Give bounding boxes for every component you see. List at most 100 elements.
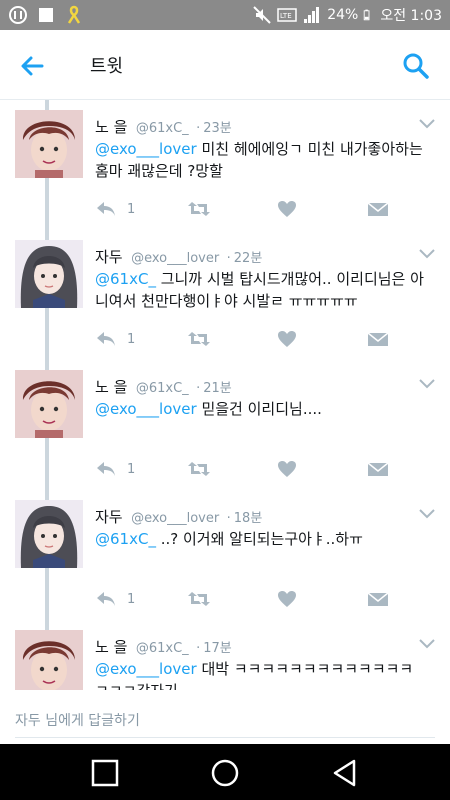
envelope-icon	[367, 592, 389, 606]
reply-bar[interactable]: 자두 님에게 답글하기	[0, 700, 450, 744]
tweet-actions: 1	[95, 588, 395, 612]
like-button[interactable]	[277, 328, 297, 350]
back-arrow-icon[interactable]	[16, 50, 48, 82]
reply-icon	[97, 462, 115, 476]
avatar[interactable]	[15, 370, 83, 438]
system-nav-bar	[0, 744, 450, 800]
retweet-icon	[188, 202, 210, 216]
reply-icon	[97, 202, 115, 216]
app-header: 트윗	[0, 30, 450, 100]
tweet-actions: 1	[95, 198, 395, 222]
dm-button[interactable]	[367, 328, 389, 350]
status-bar: LTE 24% 오전 1:03	[0, 0, 450, 30]
reply-count: 1	[127, 331, 136, 347]
like-button[interactable]	[277, 458, 297, 480]
dm-button[interactable]	[367, 588, 389, 610]
retweet-button[interactable]	[187, 458, 211, 480]
envelope-icon	[367, 332, 389, 346]
tweet-text: @exo___lover 대박 ㅋㅋㅋㅋㅋㅋㅋㅋㅋㅋㅋㅋㅋㅋㅋㅋ갑자기	[95, 658, 425, 690]
user-handle[interactable]: @61xC_	[136, 121, 189, 136]
user-name[interactable]: 노 을	[95, 638, 127, 656]
tweet[interactable]: 노 을 @61xC_ · 21분 @exo___lover 믿을건 이리디님...…	[0, 368, 450, 498]
tweet[interactable]: 자두 @exo___lover · 22분 @61xC_ 그니까 시벌 탑시드개많…	[0, 238, 450, 368]
battery-percent: 24%	[327, 7, 359, 23]
chevron-down-icon[interactable]	[418, 246, 436, 260]
recent-apps-icon[interactable]	[90, 758, 120, 788]
reply-input-underline	[15, 737, 435, 738]
retweet-button[interactable]	[187, 198, 211, 220]
reply-button[interactable]: 1	[95, 588, 135, 610]
heart-icon	[278, 461, 296, 477]
heart-icon	[278, 201, 296, 217]
svg-text:LTE: LTE	[280, 12, 292, 20]
tweet-actions: 1	[95, 328, 395, 352]
tweet-content: 믿을건 이리디님....	[196, 400, 322, 418]
reply-button[interactable]: 1	[95, 198, 135, 220]
battery-icon	[364, 9, 370, 21]
retweet-button[interactable]	[187, 328, 211, 350]
tweet-header: 자두 @exo___lover · 18분	[95, 506, 262, 527]
reply-count: 1	[127, 461, 136, 477]
tweet-header: 노 을 @61xC_ · 17분	[95, 636, 232, 657]
tweet-text: @exo___lover 믿을건 이리디님....	[95, 398, 425, 420]
nav-back-icon[interactable]	[330, 758, 360, 788]
tweet-time: 22분	[233, 251, 263, 266]
chevron-down-icon[interactable]	[418, 116, 436, 130]
tweet-thread: 노 을 @61xC_ · 23분 @exo___lover 미친 헤에에잉ㄱ 미친…	[0, 100, 450, 690]
chevron-down-icon[interactable]	[418, 376, 436, 390]
user-handle[interactable]: @exo___lover	[131, 251, 219, 266]
tweet-header: 자두 @exo___lover · 22분	[95, 246, 262, 267]
mute-icon	[253, 6, 271, 24]
tweet[interactable]: 노 을 @61xC_ · 17분 @exo___lover 대박 ㅋㅋㅋㅋㅋㅋㅋㅋ…	[0, 628, 450, 690]
tweet-text: @61xC_ 그니까 시벌 탑시드개많어.. 이리디님은 아니여서 천만다행이ㅑ…	[95, 268, 425, 312]
like-button[interactable]	[277, 588, 297, 610]
reply-button[interactable]: 1	[95, 458, 135, 480]
tweet-time: 17분	[203, 641, 232, 656]
mention-link[interactable]: @61xC_	[95, 530, 156, 548]
mention-link[interactable]: @exo___lover	[95, 660, 197, 678]
user-handle[interactable]: @61xC_	[136, 381, 189, 396]
chevron-down-icon[interactable]	[418, 506, 436, 520]
page-title: 트윗	[90, 56, 124, 77]
envelope-icon	[367, 202, 389, 216]
avatar[interactable]	[15, 500, 83, 568]
tweet-text: @exo___lover 미친 헤에에잉ㄱ 미친 내가좋아하는홈마 괘많은데 ?…	[95, 138, 425, 182]
mention-link[interactable]: @exo___lover	[95, 400, 197, 418]
tweet-time: 21분	[203, 381, 232, 396]
reply-count: 1	[127, 591, 136, 607]
user-handle[interactable]: @61xC_	[136, 641, 189, 656]
user-name[interactable]: 노 을	[95, 118, 127, 136]
chevron-down-icon[interactable]	[418, 636, 436, 650]
reply-button[interactable]: 1	[95, 328, 135, 350]
mention-link[interactable]: @61xC_	[95, 270, 156, 288]
mention-link[interactable]: @exo___lover	[95, 140, 197, 158]
dm-button[interactable]	[367, 458, 389, 480]
retweet-icon	[188, 592, 210, 606]
search-icon[interactable]	[400, 50, 432, 82]
tweet-content: ..? 이거왜 알티되는구아ㅑ..하ㅠ	[155, 530, 363, 548]
separator-dot: ·	[196, 121, 201, 136]
user-name[interactable]: 노 을	[95, 378, 127, 396]
avatar[interactable]	[15, 110, 83, 178]
separator-dot: ·	[196, 641, 201, 656]
tweet[interactable]: 자두 @exo___lover · 18분 @61xC_ ..? 이거왜 알티되는…	[0, 498, 450, 628]
envelope-icon	[367, 462, 389, 476]
ribbon-icon	[67, 5, 81, 24]
reply-input[interactable]: 자두 님에게 답글하기	[15, 710, 140, 730]
tweet[interactable]: 노 을 @61xC_ · 23분 @exo___lover 미친 헤에에잉ㄱ 미친…	[0, 108, 450, 238]
user-handle[interactable]: @exo___lover	[131, 511, 219, 526]
heart-icon	[278, 331, 296, 347]
separator-dot: ·	[226, 251, 231, 266]
tweet-text: @61xC_ ..? 이거왜 알티되는구아ㅑ..하ㅠ	[95, 528, 425, 550]
retweet-button[interactable]	[187, 588, 211, 610]
dm-button[interactable]	[367, 198, 389, 220]
user-name[interactable]: 자두	[95, 248, 123, 266]
heart-icon	[278, 591, 296, 607]
avatar[interactable]	[15, 630, 83, 690]
user-name[interactable]: 자두	[95, 508, 123, 526]
like-button[interactable]	[277, 198, 297, 220]
home-icon[interactable]	[210, 758, 240, 788]
avatar[interactable]	[15, 240, 83, 308]
notification-icon	[9, 6, 27, 24]
separator-dot: ·	[226, 511, 231, 526]
